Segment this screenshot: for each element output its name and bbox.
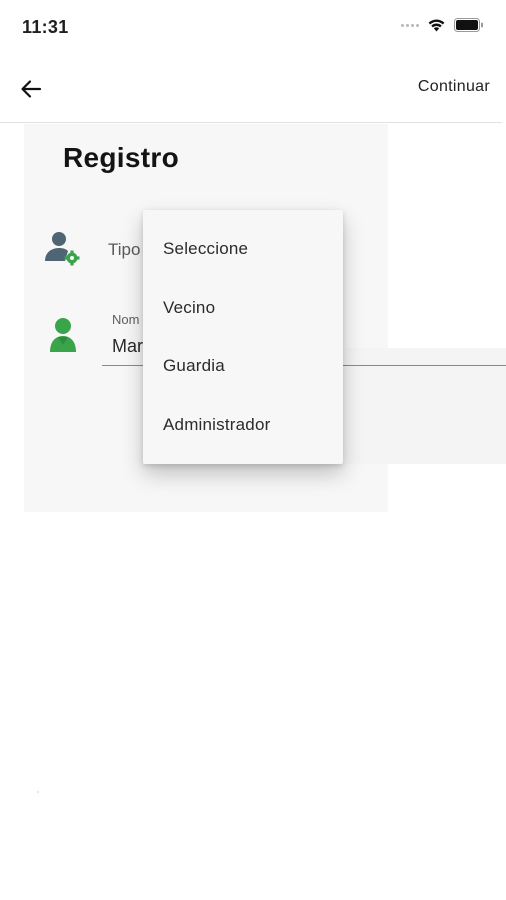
- status-icons: [401, 18, 484, 32]
- battery-icon: [454, 18, 483, 32]
- dropdown-option-administrador[interactable]: Administrador: [143, 396, 343, 454]
- artifact-dot: [37, 791, 39, 793]
- dropdown-option-seleccione[interactable]: Seleccione: [143, 220, 343, 278]
- back-button[interactable]: [14, 74, 48, 104]
- status-bar: 11:31: [0, 0, 506, 56]
- dropdown-option-guardia[interactable]: Guardia: [143, 337, 343, 395]
- arrow-left-icon: [21, 80, 42, 98]
- continue-button[interactable]: Continuar: [418, 78, 490, 96]
- page-title: Registro: [63, 142, 179, 173]
- dropdown-option-vecino[interactable]: Vecino: [143, 279, 343, 337]
- cellular-signal-icon: [401, 23, 419, 27]
- type-field-label[interactable]: Tipo: [108, 240, 140, 260]
- status-time: 11:31: [22, 17, 69, 37]
- user-gear-icon: [45, 232, 80, 266]
- wifi-icon: [428, 19, 445, 32]
- role-dropdown-menu: Seleccione Vecino Guardia Administrador: [143, 210, 343, 464]
- app-bar: Continuar: [0, 56, 502, 123]
- user-icon: [50, 318, 76, 352]
- name-field-label: Nom: [112, 312, 140, 327]
- name-field-input[interactable]: Mar: [112, 336, 143, 357]
